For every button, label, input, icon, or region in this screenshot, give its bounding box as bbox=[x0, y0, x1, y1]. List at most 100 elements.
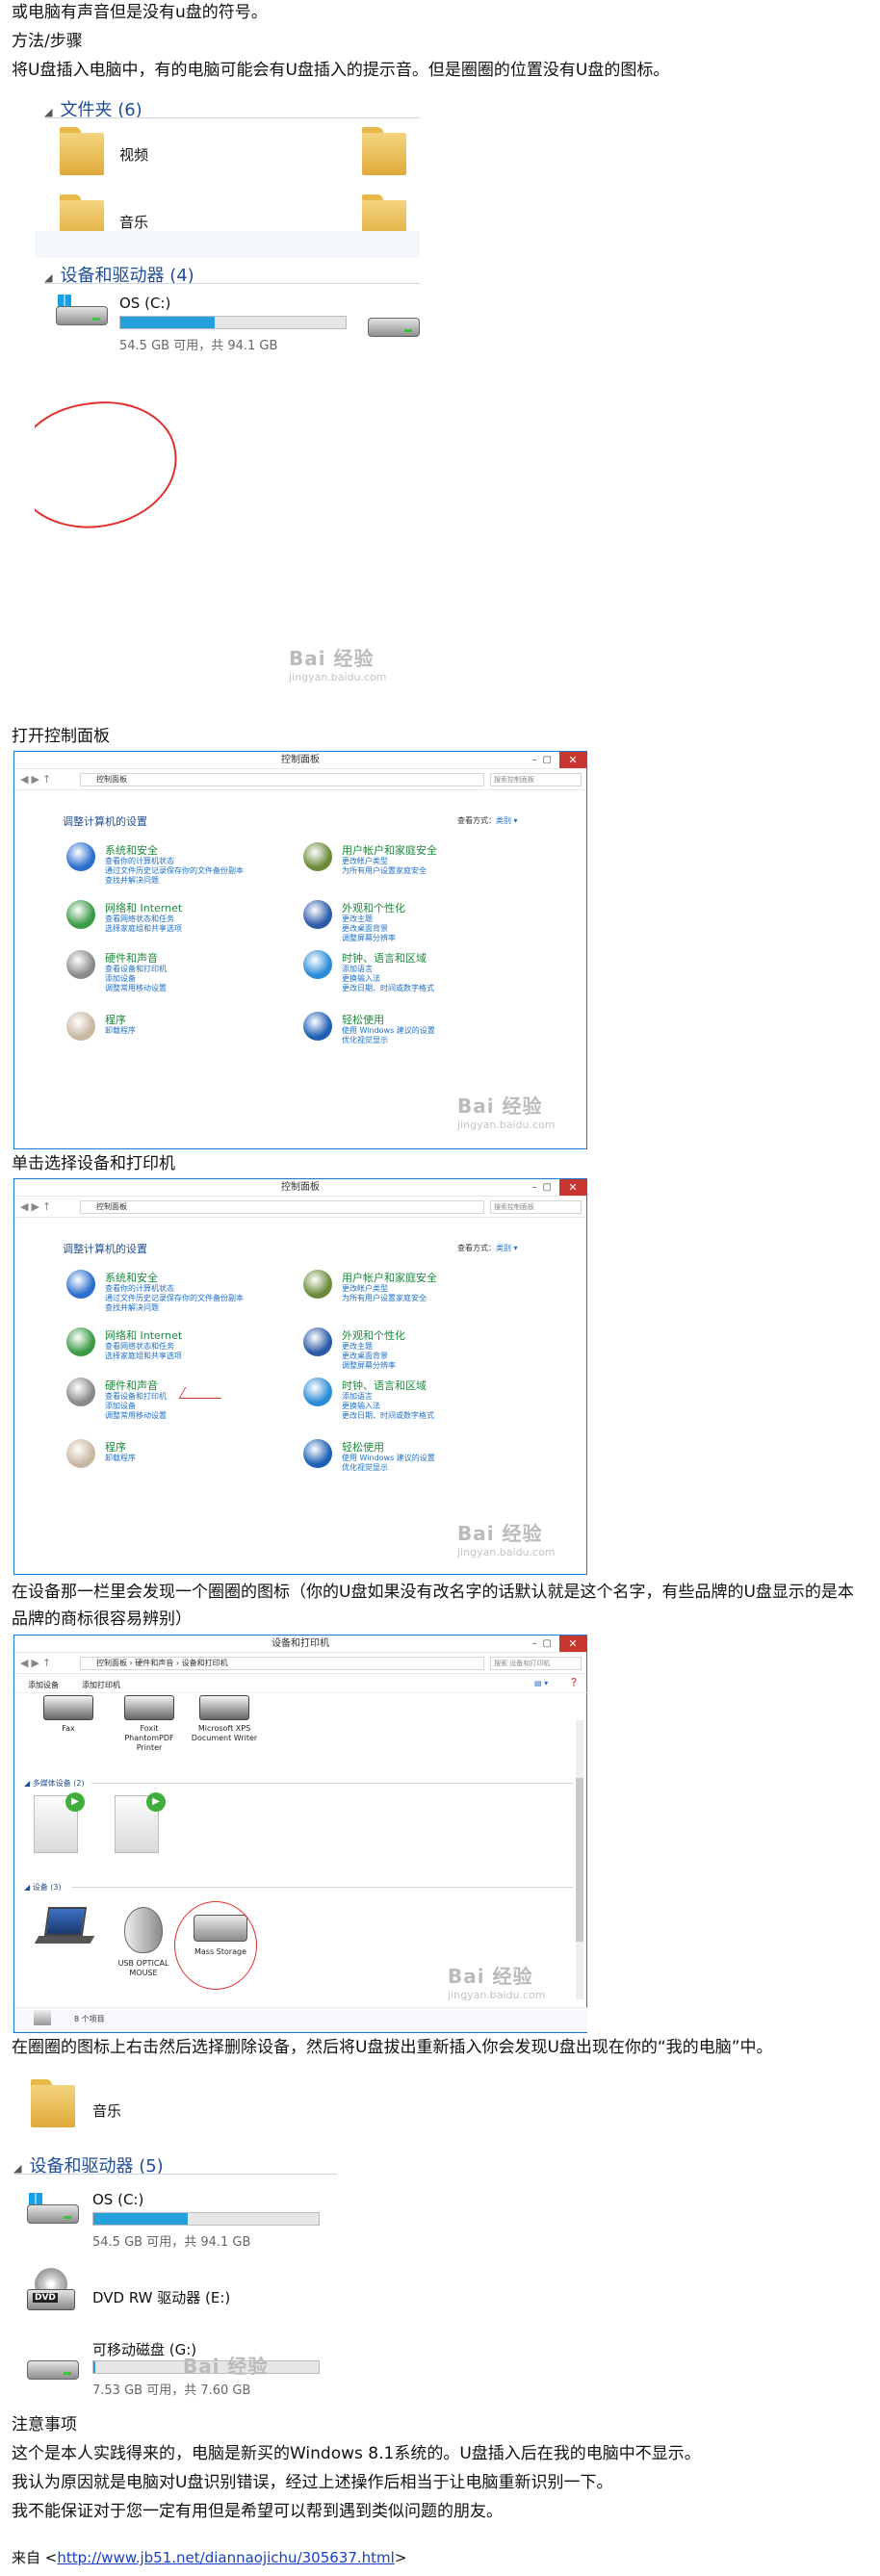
nav-arrows-icon[interactable]: ◀▶↑ bbox=[20, 773, 54, 786]
device-item[interactable] bbox=[28, 1907, 101, 1953]
printer-icon[interactable] bbox=[66, 1378, 95, 1406]
explorer-screenshot-1: ◢ 文件夹 (6) 视频 音乐 ◢ 设备和驱动器 (4) OS (C:) 54.5 … bbox=[35, 89, 420, 724]
baidu-watermark-cp: Bai 经验 jingyan.baidu.com bbox=[457, 1095, 556, 1131]
category-link[interactable]: 选择家庭组和共享选项 bbox=[105, 923, 182, 934]
folder-music-label: 音乐 bbox=[119, 214, 149, 231]
cp1-search-input[interactable]: 搜索控制面板 bbox=[490, 773, 582, 786]
add-device-button[interactable]: 添加设备 bbox=[28, 1680, 59, 1690]
dp-address-bar[interactable]: 控制面板 › 硬件和声音 › 设备和打印机 bbox=[80, 1657, 484, 1670]
os-drive-usage-fill-2 bbox=[93, 2213, 189, 2225]
category-link[interactable]: 为所有用户设置家庭安全 bbox=[342, 1293, 427, 1303]
shield-icon[interactable] bbox=[66, 1270, 95, 1299]
os-drive-space: 54.5 GB 可用，共 94.1 GB bbox=[119, 339, 278, 353]
os-drive-icon-2[interactable] bbox=[25, 2193, 83, 2228]
os-drive-label-2: OS (C:) bbox=[92, 2191, 144, 2208]
music-folder-icon-2[interactable] bbox=[31, 2077, 77, 2129]
devices-section-header-dp[interactable]: ◢ 设备 (3) bbox=[24, 1882, 62, 1893]
clock-globe-icon[interactable] bbox=[303, 1378, 332, 1406]
category-link[interactable]: 调整屏幕分辨率 bbox=[342, 1360, 396, 1371]
view-options-icon[interactable]: ▤ ▾ bbox=[534, 1679, 548, 1687]
category-link[interactable]: 选择家庭组和共享选项 bbox=[105, 1351, 182, 1361]
accessibility-icon[interactable] bbox=[303, 1012, 332, 1041]
close-icon[interactable]: ✕ bbox=[559, 1636, 586, 1652]
mouse-icon bbox=[124, 1907, 163, 1953]
method-heading: 方法/步骤 bbox=[12, 32, 83, 51]
printer-item[interactable]: Fax bbox=[34, 1695, 103, 1734]
note-2: 我认为原因就是电脑对U盘识别错误，经过上述操作后相当于让电脑重新识别一下。 bbox=[12, 2473, 613, 2492]
baidu-watermark: Bai 经验 jingyan.baidu.com bbox=[289, 647, 387, 683]
music-folder-label-2: 音乐 bbox=[92, 2102, 122, 2120]
cp2-view-selector[interactable]: 查看方式：类别 ▾ bbox=[457, 1243, 518, 1253]
close-icon[interactable]: ✕ bbox=[559, 752, 586, 768]
category-link[interactable]: 更改日期、时间或数字格式 bbox=[342, 983, 434, 993]
nav-arrows-icon[interactable]: ◀▶↑ bbox=[20, 1200, 54, 1213]
cp2-search-input[interactable]: 搜索控制面板 bbox=[490, 1200, 582, 1214]
network-icon[interactable] bbox=[66, 1327, 95, 1356]
category-link[interactable]: 调整屏幕分辨率 bbox=[342, 933, 396, 943]
category-link[interactable]: 更改日期、时间或数字格式 bbox=[342, 1410, 434, 1421]
cp1-view-selector[interactable]: 查看方式：类别 ▾ bbox=[457, 815, 518, 826]
device-item[interactable]: USB OPTICAL MOUSE bbox=[107, 1907, 180, 1978]
second-drive-icon[interactable] bbox=[366, 306, 420, 341]
close-icon[interactable]: ✕ bbox=[559, 1179, 586, 1196]
note-1: 这个是本人实践得来的，电脑是新买的Windows 8.1系统的。U盘插入后在我的… bbox=[12, 2444, 701, 2463]
picture-folder-icon[interactable] bbox=[362, 125, 408, 177]
nav-arrows-icon[interactable]: ◀▶↑ bbox=[20, 1657, 54, 1669]
video-folder-icon[interactable] bbox=[60, 125, 106, 177]
cp1-address-bar[interactable]: 控制面板 bbox=[80, 773, 484, 786]
category-link[interactable]: 调整常用移动设置 bbox=[105, 1410, 167, 1421]
network-icon[interactable] bbox=[66, 900, 95, 929]
printer-label: Fax bbox=[62, 1724, 75, 1733]
cp2-title-bar: 控制面板 –▢ ✕ bbox=[14, 1179, 586, 1197]
laptop-icon bbox=[34, 1907, 95, 1947]
shield-icon[interactable] bbox=[66, 842, 95, 871]
clock-globe-icon[interactable] bbox=[303, 950, 332, 979]
printer-item[interactable]: Microsoft XPS Document Writer bbox=[190, 1695, 259, 1743]
red-circle-annotation-dp bbox=[174, 1901, 257, 1990]
os-drive-label: OS (C:) bbox=[119, 295, 171, 312]
cp1-heading: 调整计算机的设置 bbox=[63, 815, 147, 828]
baidu-watermark-dp: Bai 经验 jingyan.baidu.com bbox=[448, 1965, 546, 2001]
help-icon[interactable]: ❓ bbox=[569, 1678, 579, 1687]
step2-text: 打开控制面板 bbox=[12, 727, 110, 746]
os-drive-usage-bar bbox=[119, 316, 347, 329]
users-icon[interactable] bbox=[303, 1270, 332, 1299]
explorer-screenshot-2: 音乐 ◢ 设备和驱动器 (5) OS (C:) 54.5 GB 可用，共 94.1… bbox=[10, 2070, 337, 2397]
media-device-icon-1[interactable]: ▶ bbox=[34, 1792, 85, 1853]
printer-icon[interactable] bbox=[66, 950, 95, 979]
category-link[interactable]: 优化视觉显示 bbox=[342, 1035, 388, 1045]
usb-drive-label: 可移动磁盘 (G:) bbox=[92, 2341, 197, 2358]
devices-printers-window: 设备和打印机 –▢ ✕ ◀▶↑ 控制面板 › 硬件和声音 › 设备和打印机 搜索 设… bbox=[13, 1635, 588, 2033]
os-drive-icon[interactable] bbox=[54, 295, 112, 329]
category-link[interactable]: 卸载程序 bbox=[105, 1453, 136, 1463]
dp-scrollbar[interactable] bbox=[576, 1720, 583, 1999]
cp2-address-bar[interactable]: 控制面板 bbox=[80, 1200, 484, 1214]
category-link[interactable]: 调整常用移动设置 bbox=[105, 983, 167, 993]
display-icon[interactable] bbox=[303, 900, 332, 929]
programs-icon[interactable] bbox=[66, 1012, 95, 1041]
category-link[interactable]: 优化视觉显示 bbox=[342, 1462, 388, 1473]
usb-drive-usage-fill bbox=[93, 2361, 96, 2373]
category-link[interactable]: 为所有用户设置家庭安全 bbox=[342, 865, 427, 876]
usb-drive-icon[interactable] bbox=[25, 2349, 83, 2383]
os-drive-space-2: 54.5 GB 可用，共 94.1 GB bbox=[92, 2235, 251, 2250]
dvd-drive-icon[interactable]: DVD bbox=[27, 2268, 79, 2314]
printer-item[interactable]: Foxit PhantomPDF Printer bbox=[115, 1695, 184, 1753]
dp-search-input[interactable]: 搜索 设备和打印机 bbox=[490, 1657, 582, 1670]
accessibility-icon[interactable] bbox=[303, 1439, 332, 1468]
users-icon[interactable] bbox=[303, 842, 332, 871]
add-printer-button[interactable]: 添加打印机 bbox=[82, 1680, 120, 1690]
multimedia-section-header[interactable]: ◢ 多媒体设备 (2) bbox=[24, 1778, 85, 1789]
dvd-drive-label: DVD RW 驱动器 (E:) bbox=[92, 2289, 231, 2306]
control-panel-window-1: 控制面板 –▢ ✕ ◀▶↑ 控制面板 搜索控制面板 调整计算机的设置 查看方式：类别… bbox=[13, 751, 587, 1149]
category-link[interactable]: 查找并解决问题 bbox=[105, 1302, 159, 1313]
printer-label: Foxit PhantomPDF Printer bbox=[124, 1724, 174, 1752]
source-link[interactable]: http://www.jb51.net/diannaojichu/305637.… bbox=[57, 2549, 394, 2566]
display-icon[interactable] bbox=[303, 1327, 332, 1356]
dp-status-text: 8 个项目 bbox=[74, 2015, 105, 2023]
programs-icon[interactable] bbox=[66, 1439, 95, 1468]
category-link[interactable]: 查找并解决问题 bbox=[105, 875, 159, 886]
category-link[interactable]: 卸载程序 bbox=[105, 1025, 136, 1036]
media-device-icon-2[interactable]: ▶ bbox=[115, 1792, 166, 1853]
printer-icon bbox=[43, 1695, 93, 1720]
